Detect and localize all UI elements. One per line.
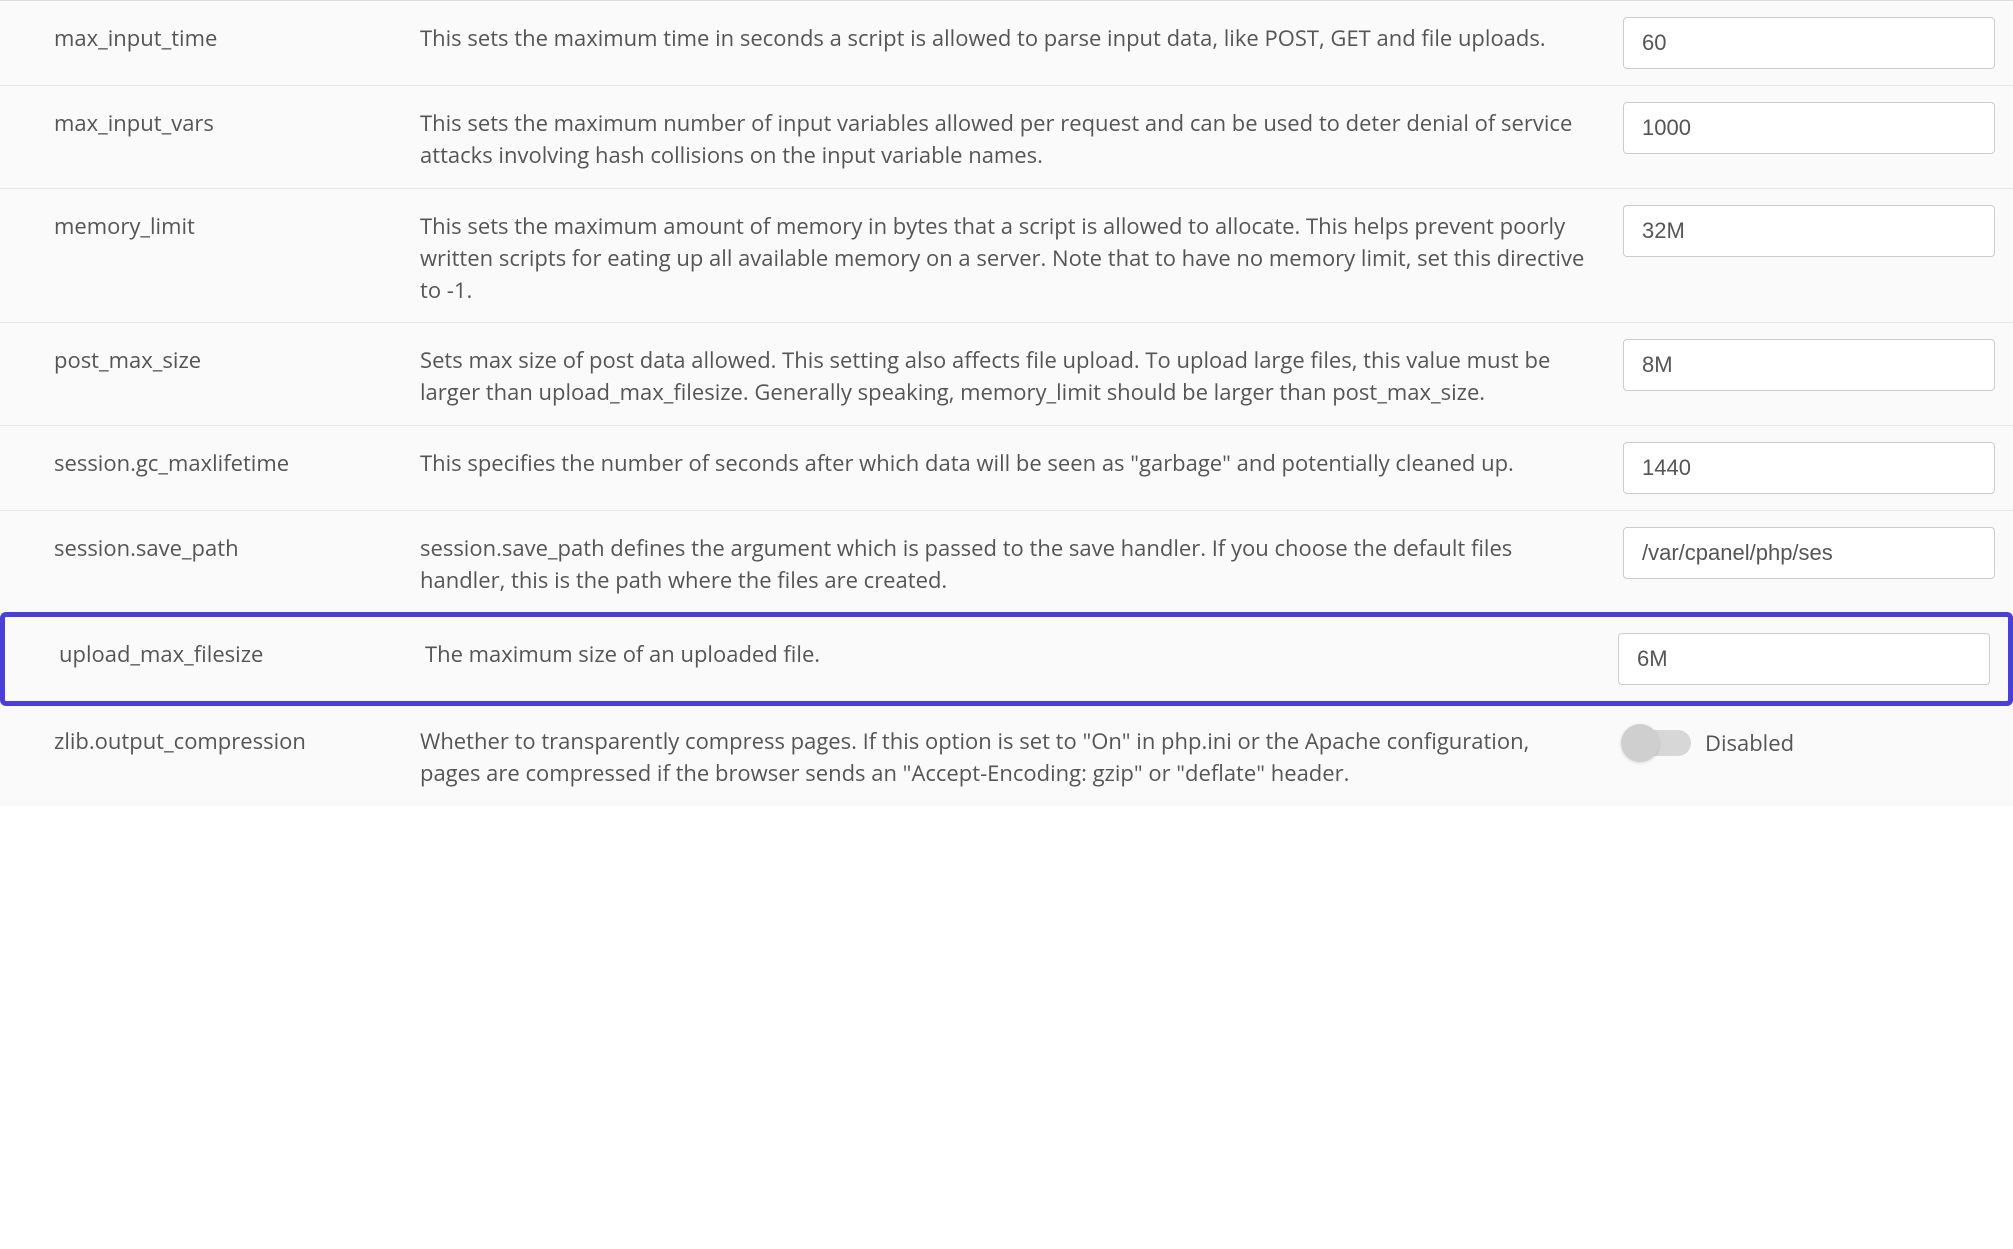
table-row: post_max_size Sets max size of post data… bbox=[0, 323, 2013, 426]
post-max-size-input[interactable] bbox=[1623, 339, 1995, 391]
table-row-highlighted: upload_max_filesize The maximum size of … bbox=[0, 612, 2013, 706]
directive-description: The maximum size of an uploaded file. bbox=[425, 633, 1618, 671]
table-row: max_input_time This sets the maximum tim… bbox=[0, 1, 2013, 86]
directive-value-cell bbox=[1623, 339, 2013, 391]
directive-description: session.save_path defines the argument w… bbox=[420, 527, 1623, 597]
directive-value-cell bbox=[1623, 102, 2013, 154]
directive-name: session.save_path bbox=[0, 527, 420, 563]
table-row: session.gc_maxlifetime This specifies th… bbox=[0, 426, 2013, 511]
directive-name: post_max_size bbox=[0, 339, 420, 375]
session-save-path-input[interactable] bbox=[1623, 527, 1995, 579]
directive-description: This sets the maximum time in seconds a … bbox=[420, 17, 1623, 55]
directive-name: upload_max_filesize bbox=[5, 633, 425, 669]
table-row: memory_limit This sets the maximum amoun… bbox=[0, 189, 2013, 324]
directive-value-cell bbox=[1623, 17, 2013, 69]
memory-limit-input[interactable] bbox=[1623, 205, 1995, 257]
table-row: zlib.output_compression Whether to trans… bbox=[0, 704, 2013, 806]
table-row: max_input_vars This sets the maximum num… bbox=[0, 86, 2013, 189]
directive-description: This sets the maximum amount of memory i… bbox=[420, 205, 1623, 307]
directive-name: memory_limit bbox=[0, 205, 420, 241]
session-gc-maxlifetime-input[interactable] bbox=[1623, 442, 1995, 494]
directive-name: max_input_time bbox=[0, 17, 420, 53]
directive-description: This specifies the number of seconds aft… bbox=[420, 442, 1623, 480]
directive-name: session.gc_maxlifetime bbox=[0, 442, 420, 478]
directive-name: zlib.output_compression bbox=[0, 720, 420, 756]
max-input-vars-input[interactable] bbox=[1623, 102, 1995, 154]
directive-description: This sets the maximum number of input va… bbox=[420, 102, 1623, 172]
directive-value-cell: Disabled bbox=[1623, 720, 2013, 758]
zlib-output-compression-toggle[interactable] bbox=[1623, 730, 1691, 756]
php-directives-table: max_input_time This sets the maximum tim… bbox=[0, 0, 2013, 806]
upload-max-filesize-input[interactable] bbox=[1618, 633, 1990, 685]
directive-value-cell bbox=[1623, 205, 2013, 257]
directive-description: Sets max size of post data allowed. This… bbox=[420, 339, 1623, 409]
directive-value-cell bbox=[1623, 442, 2013, 494]
directive-value-cell bbox=[1618, 633, 2008, 685]
max-input-time-input[interactable] bbox=[1623, 17, 1995, 69]
directive-value-cell bbox=[1623, 527, 2013, 579]
table-row: session.save_path session.save_path defi… bbox=[0, 511, 2013, 614]
toggle-state-label: Disabled bbox=[1705, 728, 1794, 758]
directive-name: max_input_vars bbox=[0, 102, 420, 138]
directive-description: Whether to transparently compress pages.… bbox=[420, 720, 1623, 790]
